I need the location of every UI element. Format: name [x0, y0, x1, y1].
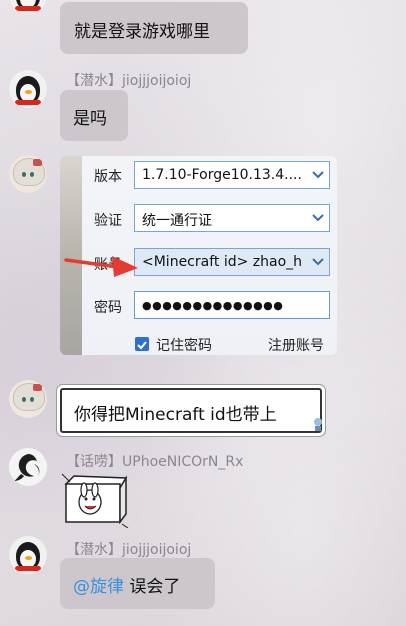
username[interactable]: jiojjjoijoioj — [122, 542, 191, 558]
message-text: 是吗 — [73, 109, 107, 129]
sender-name: 【潜水】jiojjjoijoioj — [66, 70, 191, 90]
avatar[interactable] — [9, 536, 47, 574]
message-bubble: 是吗 — [60, 90, 128, 141]
message-text: 就是登录游戏哪里 — [74, 22, 210, 42]
message-bubble: 你得把Minecraft id也带上 — [60, 388, 322, 433]
member-title: 【话唠】 — [66, 454, 122, 470]
message-bubble: @旋律 误会了 — [60, 558, 215, 609]
message-text: 误会了 — [124, 577, 181, 597]
bunny-sticker-icon[interactable] — [60, 470, 130, 529]
screenshot-image[interactable]: 版本 1.7.10-Forge10.13.4.... 验证 统一通行证 账号 <… — [60, 156, 337, 355]
avatar[interactable] — [9, 70, 47, 108]
member-title: 【潜水】 — [66, 73, 122, 89]
sender-name: 【潜水】jiojjjoijoioj — [66, 539, 191, 559]
avatar[interactable] — [9, 155, 47, 193]
username[interactable]: jiojjjoijoioj — [122, 73, 191, 89]
message-bubble: 就是登录游戏哪里 — [60, 2, 248, 54]
red-arrow-icon — [64, 256, 138, 277]
username[interactable]: UPhoeNICOrN_Rx — [122, 454, 243, 470]
sender-name: 【话唠】UPhoeNICOrN_Rx — [66, 451, 243, 471]
bubble-corner-decoration — [312, 416, 324, 432]
member-title: 【潜水】 — [66, 542, 122, 558]
mention-link[interactable]: @旋律 — [73, 577, 124, 597]
avatar[interactable] — [9, 448, 47, 486]
avatar[interactable] — [9, 380, 47, 418]
avatar[interactable] — [9, 0, 47, 14]
message-text: 你得把Minecraft id也带上 — [74, 405, 277, 425]
phoenix-icon — [14, 454, 40, 481]
